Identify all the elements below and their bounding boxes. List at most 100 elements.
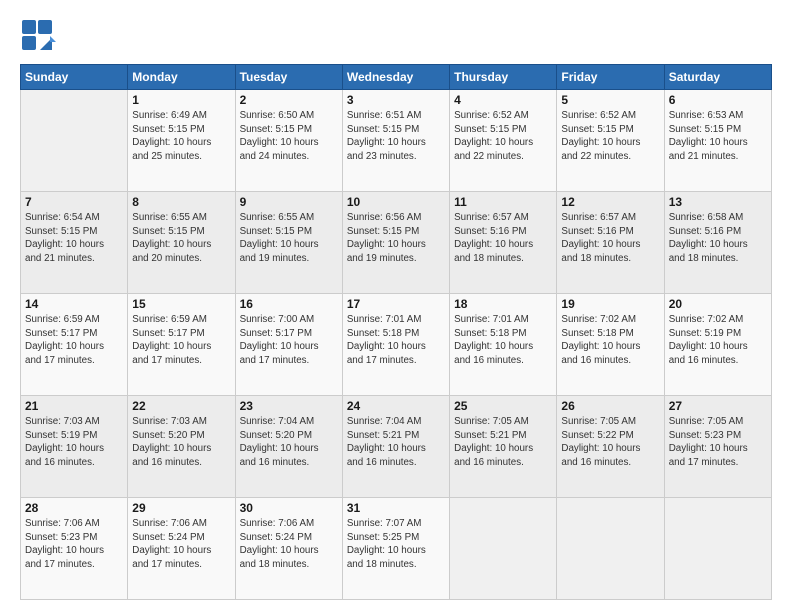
calendar-cell: 31 Sunrise: 7:07 AM Sunset: 5:25 PM Dayli… <box>342 498 449 600</box>
day-info: Sunrise: 7:06 AM Sunset: 5:23 PM Dayligh… <box>25 517 123 571</box>
day-header-monday: Monday <box>128 65 235 90</box>
day-info: Sunrise: 7:05 AM Sunset: 5:23 PM Dayligh… <box>669 415 767 469</box>
calendar-week-2: 7Sunrise: 6:54 AM Sunset: 5:15 PM Daylig… <box>21 192 772 294</box>
day-info: Sunrise: 6:52 AM Sunset: 5:15 PM Dayligh… <box>561 109 659 163</box>
calendar-cell: 17 Sunrise: 7:01 AM Sunset: 5:18 PM Dayli… <box>342 294 449 396</box>
calendar-cell: 29Sunrise: 7:06 AM Sunset: 5:24 PM Dayli… <box>128 498 235 600</box>
logo <box>20 18 60 54</box>
calendar-cell: 1 Sunrise: 6:49 AM Sunset: 5:15 PM Daylig… <box>128 90 235 192</box>
day-number: 2 <box>240 93 338 107</box>
calendar-cell: 15 Sunrise: 6:59 AM Sunset: 5:17 PM Dayli… <box>128 294 235 396</box>
calendar-cell: 25 Sunrise: 7:05 AM Sunset: 5:21 PM Dayli… <box>450 396 557 498</box>
calendar-cell <box>664 498 771 600</box>
calendar-cell: 13 Sunrise: 6:58 AM Sunset: 5:16 PM Dayli… <box>664 192 771 294</box>
day-info: Sunrise: 6:55 AM Sunset: 5:15 PM Dayligh… <box>240 211 338 265</box>
day-info: Sunrise: 7:02 AM Sunset: 5:18 PM Dayligh… <box>561 313 659 367</box>
calendar-cell: 16 Sunrise: 7:00 AM Sunset: 5:17 PM Dayli… <box>235 294 342 396</box>
day-number: 24 <box>347 399 445 413</box>
day-info: Sunrise: 6:59 AM Sunset: 5:17 PM Dayligh… <box>25 313 123 367</box>
calendar-cell: 27 Sunrise: 7:05 AM Sunset: 5:23 PM Dayli… <box>664 396 771 498</box>
calendar-cell: 2 Sunrise: 6:50 AM Sunset: 5:15 PM Daylig… <box>235 90 342 192</box>
day-number: 18 <box>454 297 552 311</box>
day-number: 31 <box>347 501 445 515</box>
day-info: Sunrise: 7:01 AM Sunset: 5:18 PM Dayligh… <box>347 313 445 367</box>
page: SundayMondayTuesdayWednesdayThursdayFrid… <box>0 0 792 612</box>
calendar-cell: 5 Sunrise: 6:52 AM Sunset: 5:15 PM Daylig… <box>557 90 664 192</box>
calendar-cell <box>450 498 557 600</box>
day-header-sunday: Sunday <box>21 65 128 90</box>
day-number: 26 <box>561 399 659 413</box>
day-header-tuesday: Tuesday <box>235 65 342 90</box>
calendar-cell: 3 Sunrise: 6:51 AM Sunset: 5:15 PM Daylig… <box>342 90 449 192</box>
day-number: 17 <box>347 297 445 311</box>
day-number: 25 <box>454 399 552 413</box>
day-info: Sunrise: 6:54 AM Sunset: 5:15 PM Dayligh… <box>25 211 123 265</box>
day-info: Sunrise: 6:59 AM Sunset: 5:17 PM Dayligh… <box>132 313 230 367</box>
day-number: 28 <box>25 501 123 515</box>
day-number: 13 <box>669 195 767 209</box>
calendar-cell: 19Sunrise: 7:02 AM Sunset: 5:18 PM Dayli… <box>557 294 664 396</box>
calendar-cell: 4 Sunrise: 6:52 AM Sunset: 5:15 PM Daylig… <box>450 90 557 192</box>
calendar-table: SundayMondayTuesdayWednesdayThursdayFrid… <box>20 64 772 600</box>
day-info: Sunrise: 6:51 AM Sunset: 5:15 PM Dayligh… <box>347 109 445 163</box>
day-info: Sunrise: 7:03 AM Sunset: 5:20 PM Dayligh… <box>132 415 230 469</box>
day-number: 10 <box>347 195 445 209</box>
day-number: 27 <box>669 399 767 413</box>
day-number: 23 <box>240 399 338 413</box>
day-info: Sunrise: 6:55 AM Sunset: 5:15 PM Dayligh… <box>132 211 230 265</box>
day-info: Sunrise: 7:07 AM Sunset: 5:25 PM Dayligh… <box>347 517 445 571</box>
day-number: 16 <box>240 297 338 311</box>
header <box>20 18 772 54</box>
day-number: 30 <box>240 501 338 515</box>
calendar-cell: 7Sunrise: 6:54 AM Sunset: 5:15 PM Daylig… <box>21 192 128 294</box>
day-info: Sunrise: 6:53 AM Sunset: 5:15 PM Dayligh… <box>669 109 767 163</box>
day-info: Sunrise: 6:57 AM Sunset: 5:16 PM Dayligh… <box>454 211 552 265</box>
day-header-thursday: Thursday <box>450 65 557 90</box>
day-info: Sunrise: 7:05 AM Sunset: 5:21 PM Dayligh… <box>454 415 552 469</box>
day-number: 15 <box>132 297 230 311</box>
day-info: Sunrise: 6:50 AM Sunset: 5:15 PM Dayligh… <box>240 109 338 163</box>
calendar-week-4: 21Sunrise: 7:03 AM Sunset: 5:19 PM Dayli… <box>21 396 772 498</box>
day-header-wednesday: Wednesday <box>342 65 449 90</box>
logo-icon <box>20 18 56 54</box>
day-info: Sunrise: 7:01 AM Sunset: 5:18 PM Dayligh… <box>454 313 552 367</box>
day-number: 4 <box>454 93 552 107</box>
day-number: 3 <box>347 93 445 107</box>
day-info: Sunrise: 7:06 AM Sunset: 5:24 PM Dayligh… <box>240 517 338 571</box>
day-number: 14 <box>25 297 123 311</box>
calendar-week-1: 1 Sunrise: 6:49 AM Sunset: 5:15 PM Daylig… <box>21 90 772 192</box>
day-number: 12 <box>561 195 659 209</box>
day-info: Sunrise: 7:04 AM Sunset: 5:20 PM Dayligh… <box>240 415 338 469</box>
calendar-cell: 26 Sunrise: 7:05 AM Sunset: 5:22 PM Dayli… <box>557 396 664 498</box>
calendar-header-row: SundayMondayTuesdayWednesdayThursdayFrid… <box>21 65 772 90</box>
calendar-cell: 9 Sunrise: 6:55 AM Sunset: 5:15 PM Daylig… <box>235 192 342 294</box>
calendar-cell: 21Sunrise: 7:03 AM Sunset: 5:19 PM Dayli… <box>21 396 128 498</box>
day-info: Sunrise: 7:06 AM Sunset: 5:24 PM Dayligh… <box>132 517 230 571</box>
day-number: 20 <box>669 297 767 311</box>
day-info: Sunrise: 7:05 AM Sunset: 5:22 PM Dayligh… <box>561 415 659 469</box>
day-info: Sunrise: 7:02 AM Sunset: 5:19 PM Dayligh… <box>669 313 767 367</box>
calendar-cell: 12 Sunrise: 6:57 AM Sunset: 5:16 PM Dayli… <box>557 192 664 294</box>
day-header-friday: Friday <box>557 65 664 90</box>
calendar-cell: 24 Sunrise: 7:04 AM Sunset: 5:21 PM Dayli… <box>342 396 449 498</box>
day-header-saturday: Saturday <box>664 65 771 90</box>
day-info: Sunrise: 6:52 AM Sunset: 5:15 PM Dayligh… <box>454 109 552 163</box>
day-number: 9 <box>240 195 338 209</box>
day-info: Sunrise: 7:04 AM Sunset: 5:21 PM Dayligh… <box>347 415 445 469</box>
calendar-cell: 6Sunrise: 6:53 AM Sunset: 5:15 PM Daylig… <box>664 90 771 192</box>
calendar-cell <box>557 498 664 600</box>
day-number: 5 <box>561 93 659 107</box>
day-info: Sunrise: 6:56 AM Sunset: 5:15 PM Dayligh… <box>347 211 445 265</box>
day-info: Sunrise: 6:57 AM Sunset: 5:16 PM Dayligh… <box>561 211 659 265</box>
calendar-cell: 8 Sunrise: 6:55 AM Sunset: 5:15 PM Daylig… <box>128 192 235 294</box>
calendar-cell: 30 Sunrise: 7:06 AM Sunset: 5:24 PM Dayli… <box>235 498 342 600</box>
day-number: 22 <box>132 399 230 413</box>
calendar-cell: 18 Sunrise: 7:01 AM Sunset: 5:18 PM Dayli… <box>450 294 557 396</box>
day-info: Sunrise: 7:00 AM Sunset: 5:17 PM Dayligh… <box>240 313 338 367</box>
day-number: 1 <box>132 93 230 107</box>
calendar-cell: 11Sunrise: 6:57 AM Sunset: 5:16 PM Dayli… <box>450 192 557 294</box>
day-info: Sunrise: 6:58 AM Sunset: 5:16 PM Dayligh… <box>669 211 767 265</box>
calendar-cell: 10 Sunrise: 6:56 AM Sunset: 5:15 PM Dayli… <box>342 192 449 294</box>
day-number: 8 <box>132 195 230 209</box>
day-info: Sunrise: 6:49 AM Sunset: 5:15 PM Dayligh… <box>132 109 230 163</box>
